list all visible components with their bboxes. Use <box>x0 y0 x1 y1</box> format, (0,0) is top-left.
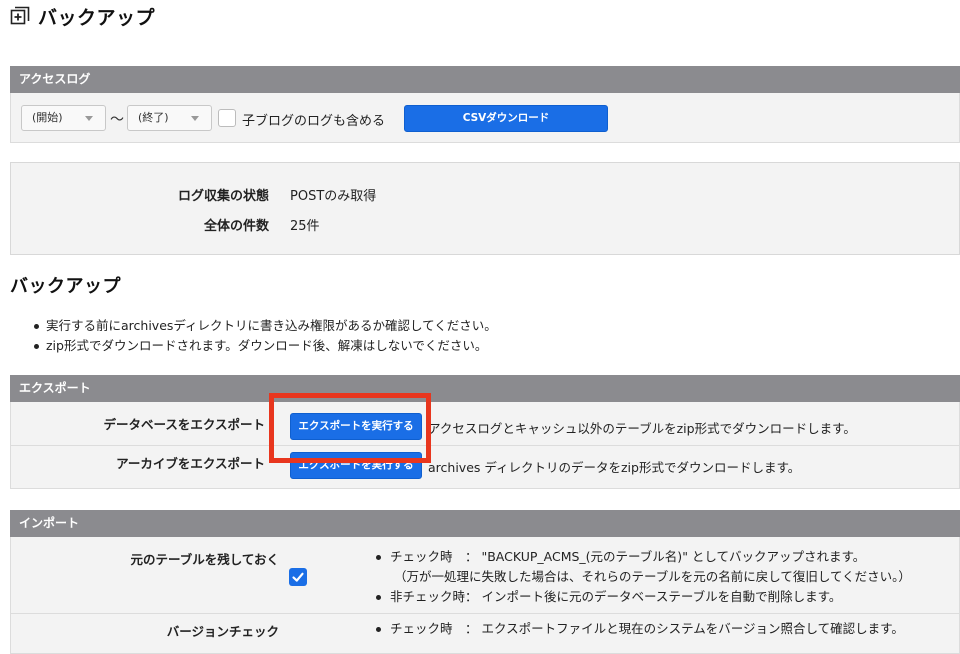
backup-heading: バックアップ <box>10 276 121 297</box>
export-archive-desc: archives ディレクトリのデータをzip形式でダウンロードします。 <box>428 460 801 475</box>
log-status-value: POSTのみ取得 <box>290 189 377 204</box>
start-date-select[interactable]: (開始) <box>21 105 106 131</box>
keep-tables-checked-sub: （万が一処理に失敗した場合は、それらのテーブルを元の名前に戻して復旧してください… <box>394 569 911 584</box>
export-archive-label: アーカイブをエクスポート <box>116 456 265 471</box>
keep-tables-unchecked-text: 非チェック時： インポート後に元のデータベーステーブルを自動で削除します。 <box>374 587 911 607</box>
access-log-panel: (開始) 〜 (終了) 子ブログのログも含める CSVダウンロード <box>10 93 960 143</box>
start-date-select-value: (開始) <box>32 111 63 124</box>
page-title-area: バックアップ <box>10 3 155 29</box>
export-database-row: データベースをエクスポート エクスポートを実行する アクセスログとキャッシュ以外… <box>10 402 960 446</box>
chevron-down-icon <box>191 116 199 121</box>
log-status-label: ログ収集の状態 <box>177 189 269 204</box>
export-database-label: データベースをエクスポート <box>103 417 265 432</box>
range-tilde: 〜 <box>110 112 124 128</box>
version-check-description: チェック時 ： エクスポートファイルと現在のシステムをバージョン照合して確認しま… <box>374 619 904 639</box>
log-info-panel: ログ収集の状態 POSTのみ取得 全体の件数 25件 <box>10 162 960 255</box>
keep-tables-checked-text: チェック時 ： "BACKUP_ACMS_(元のテーブル名)" としてバックアッ… <box>374 547 911 567</box>
log-count-value: 25件 <box>290 219 320 234</box>
keep-tables-description: チェック時 ： "BACKUP_ACMS_(元のテーブル名)" としてバックアッ… <box>374 547 911 607</box>
log-count-label: 全体の件数 <box>203 219 269 234</box>
include-child-blog-label: 子ブログのログも含める <box>242 114 386 129</box>
checkmark-icon <box>292 572 304 582</box>
access-log-header: アクセスログ <box>10 66 960 93</box>
backup-note: 実行する前にarchivesディレクトリに書き込み権限があるか確認してください。 <box>32 316 497 336</box>
version-check-checked-text: チェック時 ： エクスポートファイルと現在のシステムをバージョン照合して確認しま… <box>374 619 904 639</box>
highlight-annotation <box>269 393 431 463</box>
plus-square-icon <box>10 6 30 26</box>
end-date-select-value: (終了) <box>138 111 169 124</box>
keep-tables-checkbox[interactable] <box>289 568 307 586</box>
include-child-blog-checkbox[interactable] <box>218 109 236 127</box>
chevron-down-icon <box>85 116 93 121</box>
backup-note: zip形式でダウンロードされます。ダウンロード後、解凍はしないでください。 <box>32 336 497 356</box>
export-database-desc: アクセスログとキャッシュ以外のテーブルをzip形式でダウンロードします。 <box>428 421 856 436</box>
page-title: バックアップ <box>38 6 156 29</box>
import-header: インポート <box>10 510 960 537</box>
end-date-select[interactable]: (終了) <box>127 105 212 131</box>
export-header: エクスポート <box>10 375 960 402</box>
version-check-label: バージョンチェック <box>166 624 279 639</box>
csv-download-button[interactable]: CSVダウンロード <box>404 105 608 132</box>
export-archive-row: アーカイブをエクスポート エクスポートを実行する archives ディレクトリ… <box>10 446 960 489</box>
keep-tables-label: 元のテーブルを残しておく <box>130 552 279 567</box>
backup-notes: 実行する前にarchivesディレクトリに書き込み権限があるか確認してください。… <box>32 316 497 356</box>
